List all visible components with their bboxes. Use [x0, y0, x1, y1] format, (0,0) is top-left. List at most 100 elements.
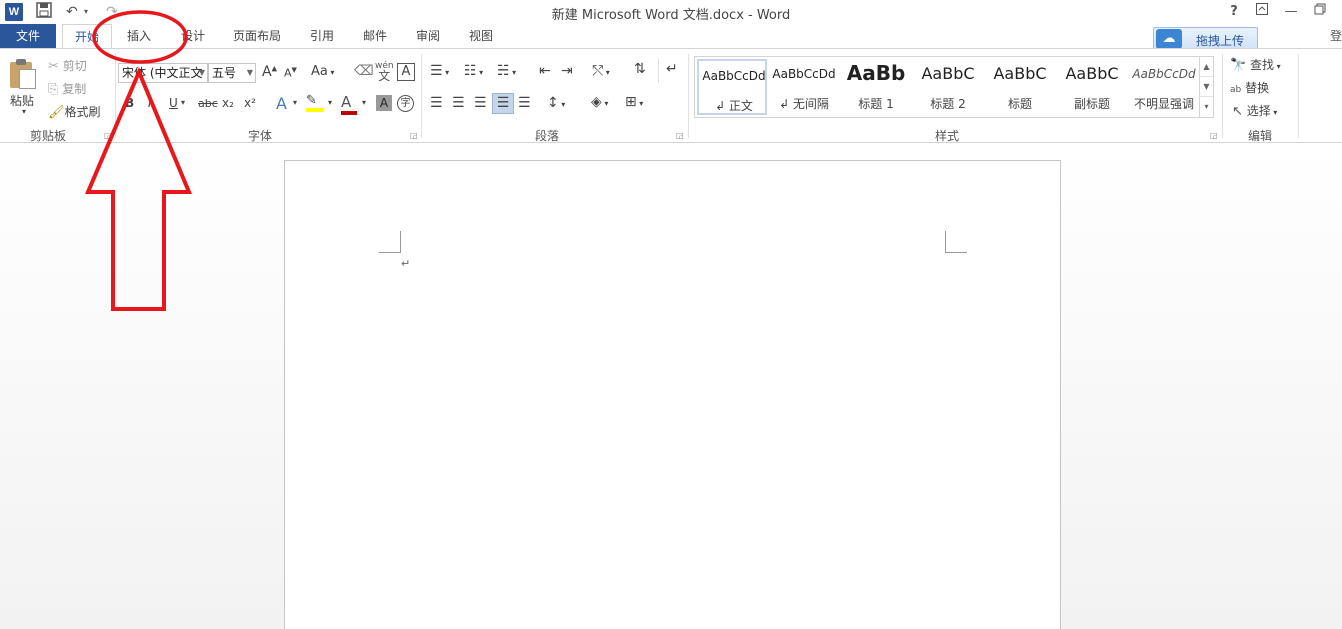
clipboard-group-label: 剪贴板	[29, 129, 66, 143]
style-normal[interactable]: AaBbCcDd ↲ 正文	[697, 59, 767, 115]
account-label[interactable]: 登	[1330, 26, 1342, 46]
copy-button[interactable]: ⎘ 复制	[48, 80, 86, 97]
enclose-characters-button[interactable]: 字	[397, 95, 414, 112]
minimize-icon[interactable]: —	[1281, 2, 1301, 22]
style-title[interactable]: AaBbC 标题	[985, 59, 1055, 115]
tab-mailings[interactable]: 邮件	[353, 24, 397, 48]
save-icon[interactable]	[36, 2, 52, 22]
document-page[interactable]: ↵	[284, 160, 1061, 629]
paragraph-launcher-icon[interactable]: ◲	[676, 131, 684, 140]
character-border-button[interactable]: A	[397, 63, 415, 81]
ribbon-tab-bar: 文件 开始 插入 设计 页面布局 引用 邮件 审阅 视图 ☁ 拖拽上传 登	[0, 24, 1342, 51]
gallery-more-icon[interactable]: ▾	[1200, 97, 1213, 117]
restore-icon[interactable]	[1310, 2, 1330, 22]
line-spacing-icon[interactable]: ↕ ▾	[547, 95, 565, 111]
ribbon-display-options-icon[interactable]	[1252, 2, 1272, 22]
bold-button[interactable]: B	[125, 96, 134, 110]
margin-corner-left	[379, 231, 401, 253]
cloud-icon: ☁	[1156, 29, 1182, 49]
help-button[interactable]: ?	[1224, 2, 1244, 22]
justify-icon[interactable]: ☰	[492, 93, 514, 114]
font-color-icon[interactable]: A	[341, 93, 357, 115]
scissors-icon: ✂	[48, 59, 59, 74]
numbering-icon[interactable]: ☷ ▾	[464, 63, 483, 79]
undo-dropdown-icon[interactable]: ▾	[84, 2, 88, 22]
multilevel-list-icon[interactable]: ☵ ▾	[497, 63, 516, 79]
tab-page-layout[interactable]: 页面布局	[226, 24, 288, 48]
style-heading-1[interactable]: AaBb 标题 1	[841, 59, 911, 115]
grow-font-button[interactable]: A▲	[262, 64, 277, 80]
tab-design[interactable]: 设计	[170, 24, 216, 48]
tab-insert[interactable]: 插入	[116, 24, 162, 48]
decrease-indent-icon[interactable]: ⇤	[539, 63, 551, 79]
style-heading-2[interactable]: AaBbC 标题 2	[913, 59, 983, 115]
subscript-button[interactable]: x₂	[222, 96, 234, 110]
font-name-dropdown[interactable]: 宋体 (中文正文 ▼	[118, 63, 208, 83]
redo-icon[interactable]: ↷	[106, 2, 118, 22]
select-button[interactable]: ↖ 选择 ▾	[1232, 102, 1277, 119]
format-painter-button[interactable]: 🖌格式刷	[48, 103, 101, 120]
undo-icon[interactable]: ↶	[66, 2, 78, 22]
drag-upload-label: 拖拽上传	[1196, 34, 1245, 48]
borders-icon[interactable]: ⊞ ▾	[625, 94, 643, 110]
bullets-icon[interactable]: ☰ ▾	[430, 63, 449, 79]
align-right-icon[interactable]: ☰	[474, 95, 487, 111]
styles-launcher-icon[interactable]: ◲	[1210, 131, 1218, 140]
chinese-layout-icon[interactable]: ⤲ ▾	[592, 63, 610, 79]
font-size-dropdown[interactable]: 五号 ▼	[208, 63, 256, 83]
clear-formatting-icon[interactable]: ⌫	[354, 63, 374, 79]
shading-icon[interactable]: ◈ ▾	[591, 94, 608, 110]
binoculars-icon: 🔭	[1230, 58, 1247, 73]
phonetic-guide-button[interactable]: wén 文	[375, 61, 394, 83]
align-center-icon[interactable]: ☰	[452, 95, 465, 111]
highlight-dropdown-icon[interactable]: ▾	[328, 98, 332, 107]
style-subtitle[interactable]: AaBbC 副标题	[1057, 59, 1127, 115]
window-title: 新建 Microsoft Word 文档.docx - Word	[551, 8, 791, 23]
brush-icon: 🖌	[48, 105, 65, 120]
gallery-down-icon[interactable]: ▼	[1200, 77, 1213, 97]
increase-indent-icon[interactable]: ⇥	[561, 63, 573, 79]
tab-view[interactable]: 视图	[459, 24, 503, 48]
word-app-icon[interactable]: W	[5, 3, 23, 21]
cut-button[interactable]: ✂ 剪切	[48, 57, 87, 74]
style-no-spacing[interactable]: AaBbCcDd ↲ 无间隔	[769, 59, 839, 115]
replace-icon: ab	[1230, 85, 1242, 95]
shrink-font-button[interactable]: A▼	[284, 66, 297, 80]
paste-dropdown-icon[interactable]: ▾	[22, 107, 26, 116]
change-case-button[interactable]: Aa ▾	[311, 64, 334, 79]
text-effects-icon[interactable]: A	[276, 94, 287, 113]
cursor-icon: ↖	[1232, 104, 1243, 119]
align-left-icon[interactable]: ☰	[430, 95, 443, 111]
styles-group-label: 样式	[934, 129, 959, 143]
style-subtle-emphasis[interactable]: AaBbCcDd 不明显强调	[1129, 59, 1199, 115]
clipboard-launcher-icon[interactable]: ◲	[104, 131, 112, 140]
replace-button[interactable]: ab 替换	[1230, 79, 1269, 96]
font-color-dropdown-icon[interactable]: ▾	[362, 98, 366, 107]
paragraph-mark: ↵	[401, 257, 411, 270]
tab-home[interactable]: 开始	[62, 24, 112, 49]
font-launcher-icon[interactable]: ◲	[410, 131, 418, 140]
gallery-up-icon[interactable]: ▲	[1200, 57, 1213, 77]
styles-gallery-scroll[interactable]: ▲ ▼ ▾	[1199, 57, 1213, 117]
distributed-icon[interactable]: ☰	[518, 95, 531, 111]
paste-icon[interactable]	[10, 59, 38, 89]
tab-references[interactable]: 引用	[300, 24, 344, 48]
superscript-button[interactable]: x²	[244, 96, 256, 110]
tab-review[interactable]: 审阅	[406, 24, 450, 48]
sort-icon[interactable]: ⇅	[634, 61, 646, 77]
tab-file[interactable]: 文件	[0, 24, 56, 48]
copy-icon: ⎘	[48, 82, 59, 97]
document-area: ↵	[0, 144, 1342, 629]
ribbon-home: 粘贴 ▾ ✂ 剪切 ⎘ 复制 🖌格式刷 剪贴板 ◲ 宋体 (中文正文 ▼ 五号 ▼ …	[0, 48, 1342, 143]
strikethrough-button[interactable]: abc	[198, 97, 218, 110]
highlight-icon[interactable]: ✎	[306, 93, 324, 112]
character-shading-button[interactable]: A	[376, 95, 392, 111]
font-group-label: 字体	[247, 129, 272, 143]
text-effects-dropdown-icon[interactable]: ▾	[293, 98, 297, 107]
underline-dropdown-icon[interactable]: ▾	[181, 98, 185, 107]
underline-button[interactable]: U	[169, 96, 178, 110]
italic-button[interactable]: I	[148, 96, 152, 110]
find-button[interactable]: 🔭 查找 ▾	[1230, 56, 1281, 73]
show-formatting-marks-icon[interactable]: ↵	[666, 61, 678, 77]
editing-group-label: 编辑	[1247, 129, 1272, 143]
